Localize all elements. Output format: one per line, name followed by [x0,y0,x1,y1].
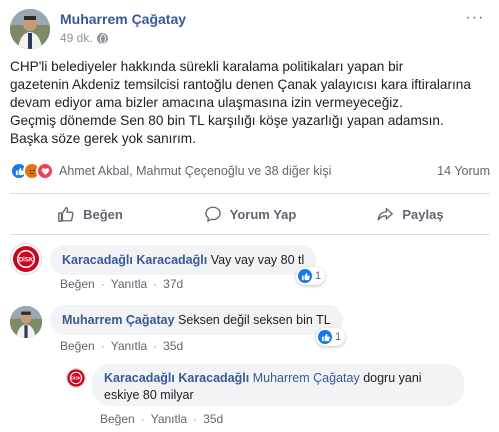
like-count-text: 1 [335,331,342,343]
post-line: Başka söze gerek yok sanırım. [10,131,196,146]
comment-meta: Beğen · Yanıtla · 35d [60,339,183,353]
globe-icon [96,32,108,44]
comment-author[interactable]: Muharrem Çağatay [62,313,175,327]
svg-text:DİSK: DİSK [71,376,81,381]
post-author-name[interactable]: Muharrem Çağatay [60,11,186,27]
comment-like-count[interactable]: 1 [316,328,346,346]
comment-meta: Beğen · Yanıtla · 35d [100,412,223,426]
comment-text-line-2: eskiye 80 milyar [104,388,194,402]
reaction-names[interactable]: Ahmet Akbal, Mahmut Çeçenoğlu ve 38 diğe… [59,164,331,178]
comment-time[interactable]: 35d [163,339,183,353]
comment-like-link[interactable]: Beğen [100,412,135,426]
thumbs-up-icon [58,207,74,222]
reaction-icons[interactable] [10,162,54,180]
like-button-label: Beğen [83,206,123,222]
comment-text: dogru yani [363,371,422,385]
post-header: Muharrem Çağatay 49 dk. ··· [10,9,490,49]
post-line: gazetenin Akdeniz temsilcisi rantoğlu de… [10,77,471,92]
more-options-button[interactable]: ··· [464,10,486,27]
comment-text: Vay vay vay 80 tl [210,253,305,267]
reactions-summary: Ahmet Akbal, Mahmut Çeçenoğlu ve 38 diğe… [10,160,490,182]
divider [10,234,490,235]
comment-author[interactable]: Karacadağlı Karacadağlı [62,253,207,267]
comment-bubble: Karacadağlı Karacadağlı Vay vay vay 80 t… [50,245,317,275]
comment-reply-link[interactable]: Yanıtla [111,339,147,353]
svg-text:DİSK: DİSK [19,257,34,264]
commenter-avatar[interactable]: DİSK [10,243,42,275]
comment-like-link[interactable]: Beğen [60,277,95,291]
post-actions: Beğen Yorum Yap Paylaş [10,198,490,230]
comment-icon [204,206,221,222]
post-line: devam ediyor ama bizler amacına ulaşması… [10,95,403,110]
comment-bubble: Muharrem Çağatay Seksen değil seksen bin… [50,305,343,335]
comment-count[interactable]: 14 Yorum [437,164,490,178]
reply-line-1: Karacadağlı Karacadağlı Muharrem Çağatay… [104,370,452,387]
love-icon [36,162,54,180]
like-button[interactable]: Beğen [10,198,170,230]
comment-button[interactable]: Yorum Yap [170,198,330,230]
separator-dot: · [140,412,145,426]
comment-time[interactable]: 37d [163,277,183,291]
comment-reply-link[interactable]: Yanıtla [151,412,187,426]
comment-like-link[interactable]: Beğen [60,339,95,353]
comment-button-label: Yorum Yap [229,206,297,222]
separator-dot: · [193,412,198,426]
separator-dot: · [153,339,158,353]
commenter-avatar[interactable]: DİSK [66,368,86,388]
comment-author[interactable]: Karacadağlı Karacadağlı [104,371,249,385]
share-icon [377,207,394,221]
separator-dot: · [100,277,105,291]
post-line: CHP'li belediyeler hakkında sürekli kara… [10,59,404,74]
author-avatar[interactable] [10,9,50,49]
separator-dot: · [100,339,105,353]
post-timestamp[interactable]: 49 dk. [60,31,108,45]
share-button-label: Paylaş [402,206,444,222]
comment-text: Seksen değil seksen bin TL [178,313,331,327]
post-time-text[interactable]: 49 dk. [60,31,93,45]
disk-logo-icon: DİSK [13,246,39,272]
disk-logo-icon: DİSK [67,369,85,387]
like-icon [318,330,332,344]
like-count-text: 1 [315,270,322,282]
like-icon [298,269,312,283]
post-line: Geçmiş dönemde Sen 80 bin TL karşılığı k… [10,113,444,128]
divider [10,193,490,194]
reply-bubble: Karacadağlı Karacadağlı Muharrem Çağatay… [92,364,464,406]
comment-reply-link[interactable]: Yanıtla [111,277,147,291]
post-body: CHP'li belediyeler hakkında sürekli kara… [10,58,492,148]
comment-like-count[interactable]: 1 [296,267,326,285]
comment-meta: Beğen · Yanıtla · 37d [60,277,183,291]
share-button[interactable]: Paylaş [330,198,490,230]
comment-time[interactable]: 35d [203,412,223,426]
commenter-avatar[interactable] [10,306,42,338]
comment-mention[interactable]: Muharrem Çağatay [253,371,360,385]
separator-dot: · [153,277,158,291]
